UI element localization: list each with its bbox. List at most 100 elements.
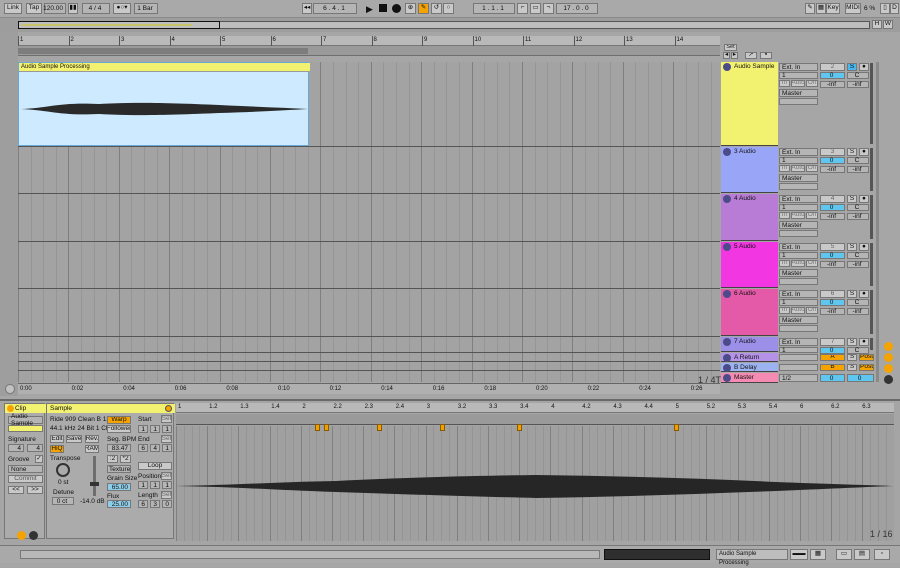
next-locator-icon[interactable]: ▸ (731, 52, 738, 59)
solo-button[interactable]: S (847, 195, 857, 203)
punch-out-icon[interactable]: ¬ (543, 3, 554, 14)
detune-field[interactable]: 0 ct (52, 497, 74, 505)
hard-disk-icon[interactable]: ▯ (880, 3, 890, 14)
sends-toggle-icon[interactable] (884, 353, 893, 362)
return-output-select[interactable] (779, 354, 818, 361)
returns-toggle-icon[interactable] (884, 364, 893, 373)
position-bar[interactable]: 1 (138, 481, 148, 489)
set-length-button[interactable]: Set (161, 491, 172, 499)
double-tempo-button[interactable]: *2 (120, 455, 131, 463)
end-bar[interactable]: 6 (138, 444, 148, 452)
output-channel-select[interactable] (779, 325, 818, 332)
session-record-icon[interactable]: ○ (443, 3, 454, 14)
set-start-button[interactable]: Set (161, 415, 172, 423)
overdub-icon[interactable]: ⊕ (405, 3, 416, 14)
master-output-select[interactable]: 1/2 (779, 374, 818, 382)
stop-icon[interactable] (379, 4, 387, 12)
return-activator-button[interactable]: B (820, 364, 845, 371)
pre-post-button[interactable]: Post (859, 354, 874, 361)
return-solo-button[interactable]: S (847, 354, 857, 361)
warp-marker[interactable] (674, 424, 679, 431)
volume-field[interactable]: 0 (820, 72, 845, 79)
position-sixteenth[interactable]: 1 (162, 481, 172, 489)
solo-button[interactable]: S (847, 243, 857, 251)
end-sixteenth[interactable]: 1 (162, 444, 172, 452)
monitor-in-button[interactable]: In (779, 307, 790, 314)
track-header[interactable]: 6 Audio (721, 289, 778, 336)
set-end-button[interactable]: Set (161, 435, 172, 443)
groove-hot-swap-icon[interactable]: ✓ (35, 455, 43, 463)
monitor-off-button[interactable]: Off (806, 165, 818, 172)
input-type-select[interactable]: Ext. In (779, 63, 818, 71)
track-activator-button[interactable]: 7 (820, 338, 845, 346)
warp-marker[interactable] (440, 424, 445, 431)
clip-view-toggle-icon[interactable] (17, 531, 26, 540)
length-beat[interactable]: 3 (150, 500, 160, 508)
warp-marker[interactable] (315, 424, 320, 431)
output-select[interactable]: Master (779, 316, 818, 324)
reverse-button[interactable]: Rev. (85, 435, 99, 443)
prev-locator-icon[interactable]: ◂ (723, 52, 730, 59)
arrangement-scrollbar[interactable] (876, 62, 879, 382)
monitor-auto-button[interactable]: Auto (791, 165, 805, 172)
automation-arm-icon[interactable]: ✎ (418, 3, 429, 14)
gain-slider[interactable] (93, 456, 96, 496)
track-activator-button[interactable]: 2 (820, 63, 845, 71)
track-activator-button[interactable]: 6 (820, 290, 845, 298)
play-icon[interactable]: ▶ (366, 4, 373, 15)
monitor-auto-button[interactable]: Auto (791, 212, 805, 219)
volume-field[interactable]: 0 (820, 252, 845, 259)
track-header[interactable]: Audio Sample (721, 62, 778, 146)
solo-button[interactable]: S (847, 338, 857, 346)
loop-brace-bar[interactable] (18, 46, 720, 56)
draw-mode-icon[interactable]: ✎ (805, 3, 815, 14)
warp-marker[interactable] (324, 424, 329, 431)
arm-icon[interactable]: ● (859, 63, 869, 71)
follow-icon[interactable]: ◂◂ (302, 3, 312, 14)
master-volume-field[interactable]: 0 (820, 374, 845, 382)
output-channel-select[interactable] (779, 183, 818, 190)
transpose-knob[interactable] (56, 463, 70, 477)
monitor-auto-button[interactable]: Auto (791, 260, 805, 267)
pan-field[interactable]: C (847, 204, 869, 211)
output-select[interactable]: Master (779, 269, 818, 277)
tempo-field[interactable]: 120.00 (43, 3, 66, 14)
mixer-toggle-icon[interactable] (884, 375, 893, 384)
zoom-icon[interactable] (5, 384, 15, 394)
arm-icon[interactable]: ● (859, 148, 869, 156)
input-channel-select[interactable]: 1 (779, 347, 818, 354)
metronome-toggle-icon[interactable]: ●○▾ (113, 3, 131, 14)
sample-editor[interactable]: 1 / 16 (176, 426, 894, 541)
ram-button[interactable]: RAM (85, 445, 99, 453)
monitor-off-button[interactable]: Off (806, 80, 818, 87)
return-output-select[interactable] (779, 364, 818, 371)
volume-field[interactable]: 0 (820, 347, 845, 354)
input-type-select[interactable]: Ext. In (779, 148, 818, 156)
beat-time-ruler[interactable]: 1 2 3 4 5 6 7 8 9 10 11 12 13 14 (18, 36, 720, 46)
link-button[interactable]: Link (4, 3, 22, 14)
envelope-toggle-icon[interactable] (29, 531, 38, 540)
gain-slider-thumb[interactable] (90, 482, 99, 486)
record-icon[interactable] (392, 4, 401, 13)
groove-select[interactable]: None (8, 465, 43, 473)
return-track-header[interactable]: B Delay (721, 363, 778, 372)
tap-tempo-button[interactable]: Tap (26, 3, 42, 14)
midi-map-button[interactable]: MIDI (845, 3, 861, 14)
key-map-icon[interactable]: ▦ (816, 3, 826, 14)
input-channel-select[interactable]: 1 (779, 252, 818, 259)
pre-post-button[interactable]: Post (859, 364, 874, 371)
hide-detail-icon[interactable]: ▫ (874, 549, 890, 560)
pan-field[interactable]: C (847, 157, 869, 164)
output-select[interactable]: Master (779, 221, 818, 229)
monitor-in-button[interactable]: In (779, 165, 790, 172)
loop-switch-icon[interactable]: ▭ (530, 3, 541, 14)
input-type-select[interactable]: Ext. In (779, 338, 818, 346)
output-channel-select[interactable] (779, 98, 818, 105)
time-ruler[interactable]: 0:00 0:02 0:04 0:06 0:08 0:10 0:12 0:14 0:16 0:18… (18, 383, 720, 394)
arm-icon[interactable]: ● (859, 290, 869, 298)
warp-button[interactable]: Warp (107, 416, 131, 424)
nudge-forward-button[interactable]: >> (27, 486, 43, 494)
pan-field[interactable]: C (847, 252, 869, 259)
input-type-select[interactable]: Ext. In (779, 290, 818, 298)
clip-sig-den[interactable]: 4 (27, 444, 43, 452)
